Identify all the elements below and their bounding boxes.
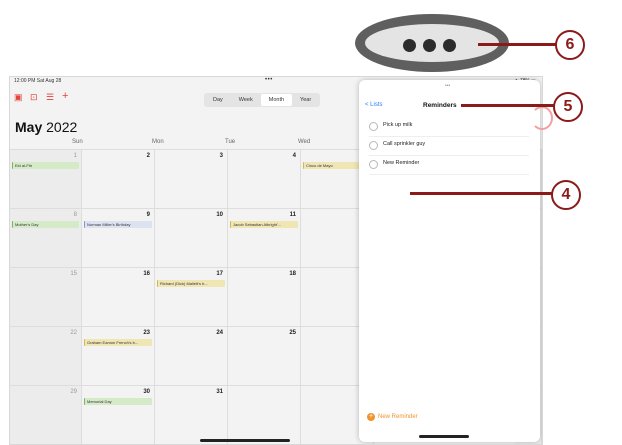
day-cell[interactable]: 16 bbox=[82, 268, 155, 327]
day-cell[interactable]: 18 bbox=[228, 268, 301, 327]
day-cell[interactable]: 2 bbox=[82, 150, 155, 209]
reminder-item[interactable]: Call sprinkler guy bbox=[369, 137, 529, 156]
view-week-button[interactable]: Week bbox=[231, 94, 261, 106]
day-cell[interactable]: 11 Jacob Sebastian Albright'... bbox=[228, 209, 301, 268]
weekday-mon: Mon bbox=[152, 139, 164, 145]
day-number: 16 bbox=[143, 271, 150, 277]
callout-4: 4 bbox=[551, 180, 581, 210]
multitask-dots[interactable]: ••• bbox=[265, 77, 273, 83]
lists-back-label: Lists bbox=[370, 102, 383, 108]
day-cell[interactable]: 8 Mother's Day bbox=[10, 209, 82, 268]
day-cell[interactable]: 29 bbox=[10, 386, 82, 444]
reminders-panel: ••• < Lists Reminders Pick up milk Call … bbox=[359, 80, 540, 442]
plus-icon[interactable]: + bbox=[62, 90, 68, 102]
day-number: 11 bbox=[289, 212, 296, 218]
reminder-checkbox[interactable] bbox=[369, 122, 378, 131]
month-name: May bbox=[15, 119, 43, 135]
ipad-screen: 12:00 PM Sat Aug 28 ••• ✦ 78% ▭ ▣ ⊡ ☰ + … bbox=[9, 76, 543, 445]
day-number: 23 bbox=[143, 330, 150, 336]
more-dots-icon bbox=[443, 39, 456, 52]
reminder-item[interactable]: New Reminder bbox=[369, 156, 529, 175]
calendar-event[interactable]: Norman Miller's Birthday bbox=[84, 221, 152, 228]
day-cell[interactable]: 10 bbox=[155, 209, 228, 268]
new-reminder-label: New Reminder bbox=[378, 414, 418, 420]
calendar-event[interactable]: Graham Eamon French's b... bbox=[84, 339, 152, 346]
calendar-icon[interactable]: ▣ bbox=[14, 92, 23, 103]
day-cell[interactable]: 17 Richard (Dick) Mallett's b... bbox=[155, 268, 228, 327]
day-number: 8 bbox=[73, 212, 77, 218]
day-cell[interactable]: 23 Graham Eamon French's b... bbox=[82, 327, 155, 386]
day-cell[interactable]: 25 bbox=[228, 327, 301, 386]
day-number: 3 bbox=[219, 153, 223, 159]
inbox-icon[interactable]: ⊡ bbox=[30, 92, 38, 103]
day-number: 24 bbox=[216, 330, 223, 336]
day-number: 2 bbox=[146, 153, 150, 159]
callout-5: 5 bbox=[553, 92, 583, 122]
view-month-button[interactable]: Month bbox=[260, 94, 293, 106]
day-cell[interactable]: 15 bbox=[10, 268, 82, 327]
reminder-text[interactable]: New Reminder bbox=[383, 160, 419, 166]
day-cell[interactable]: 4 bbox=[228, 150, 301, 209]
panel-home-indicator bbox=[419, 435, 469, 438]
more-dots-icon bbox=[403, 39, 416, 52]
day-cell[interactable]: 22 bbox=[10, 327, 82, 386]
more-dots-icon bbox=[423, 39, 436, 52]
day-number: 25 bbox=[289, 330, 296, 336]
list-icon[interactable]: ☰ bbox=[46, 92, 54, 103]
day-number: 31 bbox=[216, 389, 223, 395]
weekday-tue: Tue bbox=[225, 139, 236, 145]
callout-6: 6 bbox=[555, 30, 585, 60]
month-title: May 2022 bbox=[15, 119, 77, 135]
day-cell[interactable]: 3 bbox=[155, 150, 228, 209]
day-number: 18 bbox=[289, 271, 296, 277]
day-cell[interactable]: 30 Memorial Day bbox=[82, 386, 155, 444]
day-number: 29 bbox=[70, 389, 77, 395]
day-number: 10 bbox=[216, 212, 223, 218]
lists-back-button[interactable]: < Lists bbox=[365, 102, 383, 108]
day-cell[interactable]: 1 Eid al-Fitr bbox=[10, 150, 82, 209]
status-time: 12:00 PM Sat Aug 28 bbox=[14, 78, 62, 84]
reminder-checkbox[interactable] bbox=[369, 141, 378, 150]
day-number: 1 bbox=[73, 153, 77, 159]
callout-6-leader bbox=[478, 43, 556, 46]
panel-grabber[interactable]: ••• bbox=[445, 83, 450, 89]
reminder-text: Pick up milk bbox=[383, 122, 413, 128]
day-cell[interactable] bbox=[228, 386, 301, 444]
calendar-event[interactable]: Mother's Day bbox=[12, 221, 79, 228]
calendar-event[interactable]: Eid al-Fitr bbox=[12, 162, 79, 169]
weekday-sun: Sun bbox=[72, 139, 83, 145]
day-cell[interactable]: 9 Norman Miller's Birthday bbox=[82, 209, 155, 268]
add-circle-icon: + bbox=[367, 413, 375, 421]
view-day-button[interactable]: Day bbox=[205, 94, 231, 106]
day-cell[interactable]: 24 bbox=[155, 327, 228, 386]
add-reminder-indicator bbox=[531, 106, 553, 130]
callout-4-leader bbox=[410, 192, 552, 195]
day-number: 4 bbox=[292, 153, 296, 159]
day-number: 17 bbox=[216, 271, 223, 277]
reminder-text: Call sprinkler guy bbox=[383, 141, 426, 147]
calendar-event[interactable]: Richard (Dick) Mallett's b... bbox=[157, 280, 225, 287]
callout-5-leader bbox=[461, 104, 554, 107]
year-label: 2022 bbox=[46, 119, 78, 135]
reminder-checkbox[interactable] bbox=[369, 160, 378, 169]
day-number: 15 bbox=[70, 271, 77, 277]
view-year-button[interactable]: Year bbox=[292, 94, 319, 106]
view-switcher: Day Week Month Year bbox=[204, 93, 321, 107]
day-cell[interactable]: 31 bbox=[155, 386, 228, 444]
calendar-event[interactable]: Memorial Day bbox=[84, 398, 152, 405]
new-reminder-button[interactable]: + New Reminder bbox=[367, 413, 418, 421]
reminders-title: Reminders bbox=[423, 102, 457, 109]
day-number: 22 bbox=[70, 330, 77, 336]
day-number: 30 bbox=[143, 389, 150, 395]
day-number: 9 bbox=[146, 212, 150, 218]
reminder-item[interactable]: Pick up milk bbox=[369, 118, 529, 137]
home-indicator bbox=[200, 439, 290, 442]
weekday-wed: Wed bbox=[298, 139, 311, 145]
calendar-event[interactable]: Jacob Sebastian Albright'... bbox=[230, 221, 298, 228]
